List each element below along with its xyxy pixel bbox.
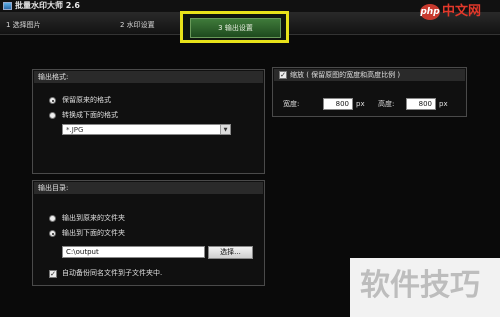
php-logo: php [420,4,440,20]
backup-checkbox[interactable]: ✓ [49,270,57,278]
convert-format-label: 转换成下面的格式 [62,111,118,119]
output-format-panel: 输出格式: 保留原来的格式 转换成下面的格式 *.JPG ▼ [32,69,265,174]
app-icon [3,2,12,10]
software-tips-watermark: 软件技巧 [350,258,500,317]
keep-format-radio[interactable] [49,97,56,104]
height-input[interactable]: 800 [406,98,436,110]
height-unit: px [439,100,448,108]
php-cn-watermark: 中文网 [442,4,482,19]
chevron-down-icon[interactable]: ▼ [220,125,230,134]
tab-output-settings-highlight: 3 输出设置 [180,11,289,43]
backup-label: 自动备份同名文件到子文件夹中. [62,269,163,277]
output-original-label: 输出到原来的文件夹 [62,214,125,222]
output-dir-title: 输出目录: [34,182,263,194]
convert-format-radio[interactable] [49,112,56,119]
output-dir-panel: 输出目录: 输出到原来的文件夹 输出到下面的文件夹 C:\output 选择..… [32,180,265,286]
keep-format-label: 保留原来的格式 [62,96,111,104]
height-label: 高度: [378,100,395,108]
output-below-label: 输出到下面的文件夹 [62,229,125,237]
output-format-title: 输出格式: [34,71,263,83]
width-unit: px [356,100,365,108]
window-title: 批量水印大师 2.6 [15,1,80,10]
browse-button[interactable]: 选择... [208,246,253,259]
resize-checkbox[interactable]: ✓ [279,71,287,79]
output-below-radio[interactable] [49,230,56,237]
format-select-value: *.JPG [66,126,84,134]
output-path-input[interactable]: C:\output [62,246,205,258]
resize-panel: 缩放 ( 保留原图的宽度和高度比例 ) ✓ 宽度: 800 px 高度: 800… [272,67,467,117]
resize-title: 缩放 ( 保留原图的宽度和高度比例 ) [274,69,465,81]
format-select[interactable]: *.JPG ▼ [62,124,231,135]
tab-output-settings[interactable]: 3 输出设置 [190,18,281,38]
output-original-radio[interactable] [49,215,56,222]
tab-select-images[interactable]: 1 选择图片 [6,18,41,32]
width-input[interactable]: 800 [323,98,353,110]
width-label: 宽度: [283,100,300,108]
tab-watermark-settings[interactable]: 2 水印设置 [120,18,155,32]
